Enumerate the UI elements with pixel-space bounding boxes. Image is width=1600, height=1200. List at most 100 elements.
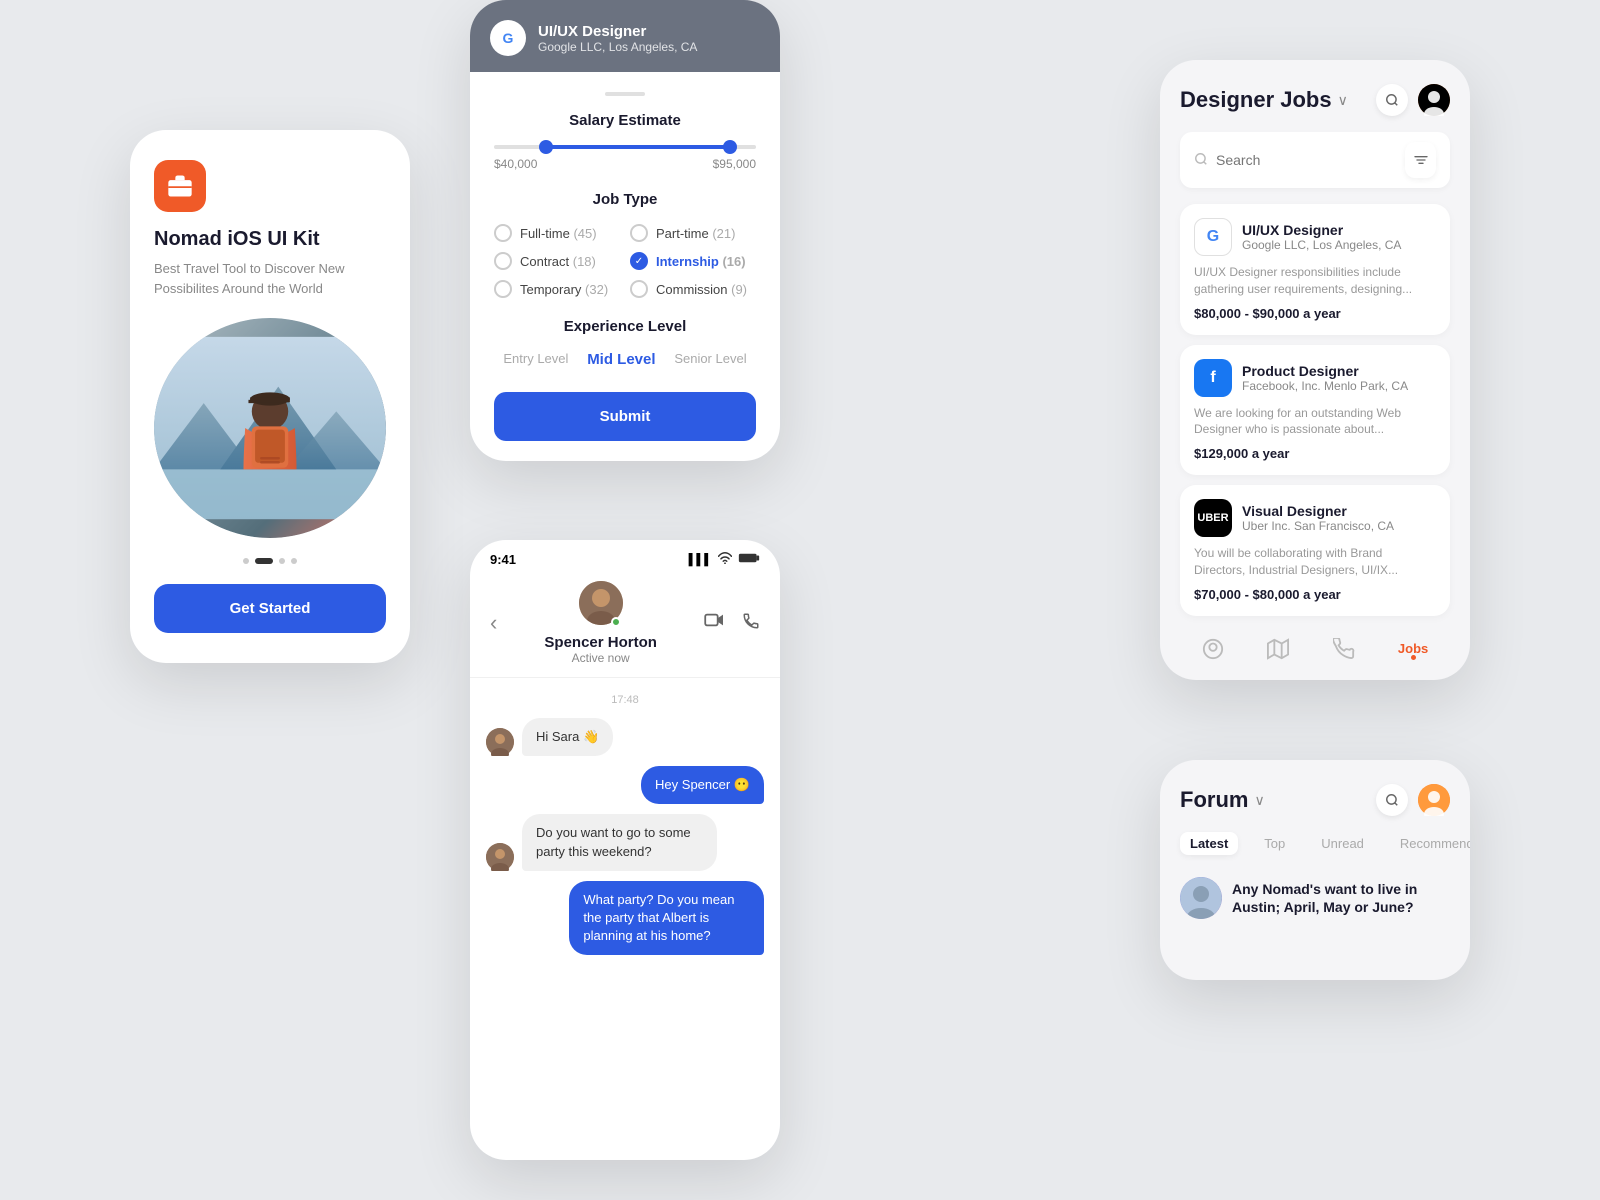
- job-desc-3: You will be collaborating with Brand Dir…: [1194, 545, 1436, 579]
- forum-post-1[interactable]: Any Nomad's want to live in Austin; Apri…: [1180, 867, 1450, 919]
- radio-commission[interactable]: [630, 280, 648, 298]
- job-info-3: Visual Designer Uber Inc. San Francisco,…: [1242, 503, 1394, 533]
- job-type-commission[interactable]: Commission (9): [630, 280, 756, 298]
- filter-button[interactable]: [1405, 142, 1436, 178]
- nav-travel[interactable]: [1333, 638, 1355, 660]
- experience-level: Entry Level Mid Level Senior Level: [494, 351, 756, 368]
- job-type-contract[interactable]: Contract (18): [494, 252, 620, 270]
- exp-senior[interactable]: Senior Level: [674, 351, 746, 368]
- exp-section-title: Experience Level: [494, 318, 756, 335]
- salary-labels: $40,000 $95,000: [494, 157, 756, 171]
- forum-search-button[interactable]: [1376, 784, 1408, 816]
- google-logo: G: [490, 20, 526, 56]
- job-type-fulltime[interactable]: Full-time (45): [494, 224, 620, 242]
- label-fulltime: Full-time (45): [520, 226, 597, 241]
- job-card-uber[interactable]: UBER Visual Designer Uber Inc. San Franc…: [1180, 485, 1450, 616]
- job-info-1: UI/UX Designer Google LLC, Los Angeles, …: [1242, 222, 1401, 252]
- job-card-facebook[interactable]: f Product Designer Facebook, Inc. Menlo …: [1180, 345, 1450, 476]
- job-type-internship[interactable]: Internship (16): [630, 252, 756, 270]
- exp-mid[interactable]: Mid Level: [587, 351, 655, 368]
- slider-track: [494, 145, 756, 149]
- video-call-button[interactable]: [704, 612, 726, 635]
- bubble-1: Hi Sara 👋: [522, 718, 613, 756]
- job-title-3: Visual Designer: [1242, 503, 1394, 519]
- job-info-2: Product Designer Facebook, Inc. Menlo Pa…: [1242, 363, 1408, 393]
- app-icon: [154, 160, 206, 212]
- get-started-button[interactable]: Get Started: [154, 584, 386, 633]
- battery-icon: [738, 552, 760, 567]
- tab-top[interactable]: Top: [1254, 832, 1295, 855]
- job-desc-1: UI/UX Designer responsibilities include …: [1194, 264, 1436, 298]
- header-job-title: UI/UX Designer: [538, 23, 697, 40]
- nav-jobs[interactable]: Jobs: [1398, 641, 1428, 656]
- nav-map[interactable]: [1267, 638, 1289, 660]
- job-company-1: Google LLC, Los Angeles, CA: [1242, 238, 1401, 252]
- salary-slider[interactable]: $40,000 $95,000: [494, 145, 756, 171]
- forum-title: Forum: [1180, 787, 1248, 813]
- dot-3: [279, 558, 285, 564]
- jobs-title: Designer Jobs: [1180, 87, 1332, 113]
- job-title-2: Product Designer: [1242, 363, 1408, 379]
- search-button[interactable]: [1376, 84, 1408, 116]
- sender-avatar-1: [486, 728, 514, 756]
- message-3: Do you want to go to some party this wee…: [486, 814, 764, 870]
- radio-contract[interactable]: [494, 252, 512, 270]
- job-card-header-3: UBER Visual Designer Uber Inc. San Franc…: [1194, 499, 1436, 537]
- search-input[interactable]: [1216, 152, 1397, 168]
- chat-user-info: Spencer Horton Active now: [497, 581, 704, 665]
- forum-tabs: Latest Top Unread Recommended: [1180, 832, 1450, 855]
- job-type-parttime[interactable]: Part-time (21): [630, 224, 756, 242]
- slider-thumb-right[interactable]: [723, 140, 737, 154]
- back-button[interactable]: ‹: [490, 610, 497, 636]
- jobs-header: Designer Jobs ∨: [1180, 84, 1450, 116]
- dot-1: [243, 558, 249, 564]
- label-internship: Internship (16): [656, 254, 746, 269]
- tab-recommended[interactable]: Recommended: [1390, 832, 1470, 855]
- radio-fulltime[interactable]: [494, 224, 512, 242]
- filter-body: Salary Estimate $40,000 $95,000 Job Type…: [470, 72, 780, 461]
- exp-entry[interactable]: Entry Level: [503, 351, 568, 368]
- submit-button[interactable]: Submit: [494, 392, 756, 441]
- radio-temporary[interactable]: [494, 280, 512, 298]
- job-card-google[interactable]: G UI/UX Designer Google LLC, Los Angeles…: [1180, 204, 1450, 335]
- label-contract: Contract (18): [520, 254, 596, 269]
- chat-header: ‹ Spencer Horton Active now: [470, 573, 780, 678]
- signal-icon: ▌▌▌: [689, 554, 712, 566]
- job-header: G UI/UX Designer Google LLC, Los Angeles…: [470, 0, 780, 72]
- forum-user-avatar: [1418, 784, 1450, 816]
- salary-min: $40,000: [494, 157, 537, 171]
- job-company-3: Uber Inc. San Francisco, CA: [1242, 519, 1394, 533]
- bottom-navigation: Jobs: [1180, 626, 1450, 660]
- job-header-text: UI/UX Designer Google LLC, Los Angeles, …: [538, 23, 697, 54]
- tab-latest[interactable]: Latest: [1180, 832, 1238, 855]
- label-parttime: Part-time (21): [656, 226, 735, 241]
- radio-internship[interactable]: [630, 252, 648, 270]
- app-description: Best Travel Tool to Discover New Possibi…: [154, 259, 386, 298]
- radio-parttime[interactable]: [630, 224, 648, 242]
- forum-chevron-icon[interactable]: ∨: [1254, 792, 1264, 809]
- online-indicator: [611, 617, 621, 627]
- timestamp: 17:48: [486, 694, 764, 706]
- message-4: What party? Do you mean the party that A…: [486, 881, 764, 956]
- job-title-1: UI/UX Designer: [1242, 222, 1401, 238]
- header-icons: [1376, 84, 1450, 116]
- phone-job-filter: G UI/UX Designer Google LLC, Los Angeles…: [470, 0, 780, 461]
- job-salary-2: $129,000 a year: [1194, 446, 1436, 461]
- chat-messages: 17:48 Hi Sara 👋 Hey Spencer 😶 Do you wan…: [470, 678, 780, 1160]
- nav-home[interactable]: [1202, 638, 1224, 660]
- job-card-header-1: G UI/UX Designer Google LLC, Los Angeles…: [1194, 218, 1436, 256]
- title-area: Designer Jobs ∨: [1180, 87, 1348, 113]
- chevron-down-icon[interactable]: ∨: [1338, 92, 1348, 109]
- contact-name: Spencer Horton: [497, 634, 704, 651]
- tab-unread[interactable]: Unread: [1311, 832, 1374, 855]
- sender-avatar-3: [486, 843, 514, 871]
- phone-call-button[interactable]: [742, 612, 760, 635]
- phone-chat: 9:41 ▌▌▌ ‹ Spen: [470, 540, 780, 1160]
- slider-thumb-left[interactable]: [539, 140, 553, 154]
- contact-status: Active now: [497, 651, 704, 665]
- briefcase-icon: [166, 172, 194, 200]
- forum-header-icons: [1376, 784, 1450, 816]
- logo-uber: UBER: [1194, 499, 1232, 537]
- label-temporary: Temporary (32): [520, 282, 608, 297]
- job-type-temporary[interactable]: Temporary (32): [494, 280, 620, 298]
